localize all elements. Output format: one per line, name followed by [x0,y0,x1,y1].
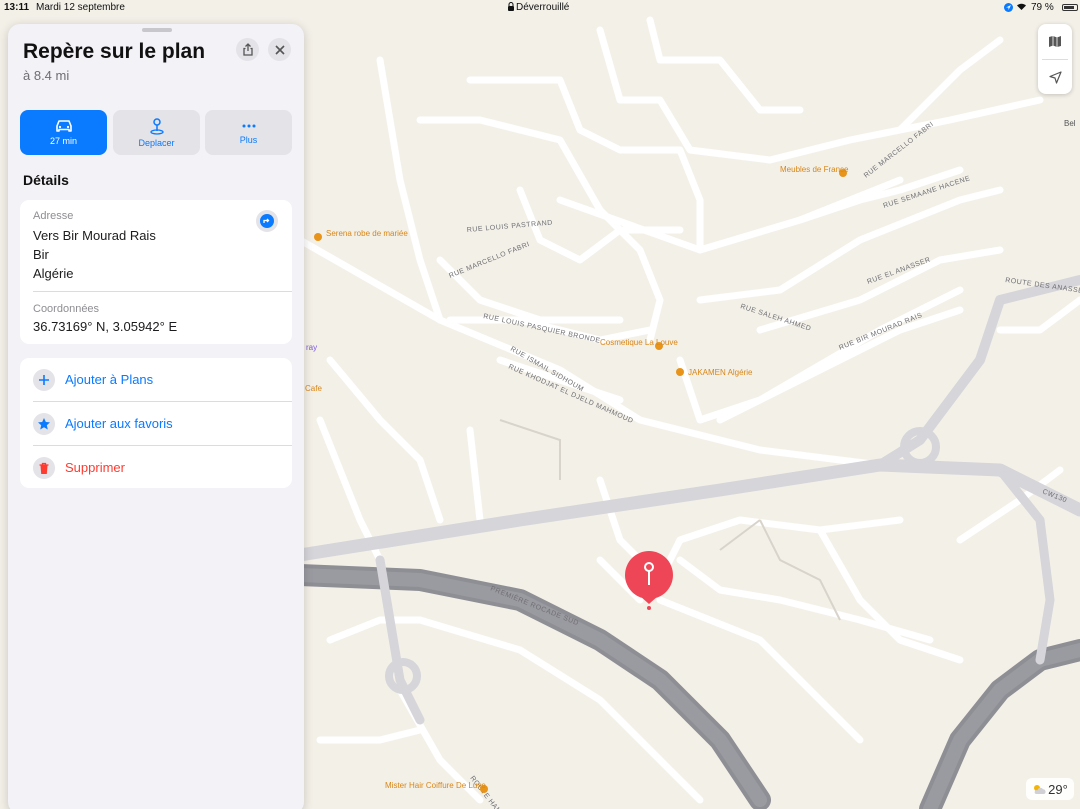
address-line: Bir [33,247,49,262]
weather-badge: 29° [1026,778,1074,800]
place-card: Repère sur le plan à 8.4 mi 27 min Depla… [8,24,304,809]
poi-dot [314,233,322,241]
address-line: Algérie [33,266,74,281]
delete-item[interactable]: Supprimer [20,446,292,489]
car-icon [55,120,72,132]
directions-arrow-icon [260,214,274,228]
map-controls [1038,24,1072,94]
divider [33,291,292,292]
move-pin-button[interactable]: Deplacer [113,110,200,155]
star-icon [33,413,55,435]
location-arrow-icon [1004,3,1013,15]
address-label: Adresse [33,210,74,222]
map-mode-button[interactable] [1038,24,1072,59]
coordinates-value[interactable]: 36.73169° N, 3.05942° E [33,319,177,334]
poi-label: Bel [1064,119,1076,128]
directions-to-address-button[interactable] [256,210,278,232]
sheet-grabber[interactable] [142,28,172,32]
directions-label: 27 min [49,136,77,146]
close-icon [274,44,285,55]
move-pin-label: Deplacer [138,137,175,148]
add-to-favorites-label: Ajouter aux favoris [65,416,173,431]
add-to-plans-label: Ajouter à Plans [65,372,154,387]
ellipsis-icon [242,124,255,128]
location-arrow-icon [1048,71,1062,84]
status-time: 13:11 [4,2,30,13]
place-title: Repère sur le plan [23,40,206,63]
trash-icon [33,457,55,479]
partly-sunny-icon [1034,785,1046,794]
poi-dot [676,368,684,376]
add-to-plans-item[interactable]: Ajouter à Plans [20,358,292,401]
actions-list: Ajouter à Plans Ajouter aux favoris Supp… [20,358,292,488]
poi-label: Meubles de France [780,165,849,174]
status-lock-label: Déverrouillé [516,2,570,13]
address-line: Vers Bir Mourad Rais [33,228,156,243]
poi-label: ray [306,343,317,352]
battery-text: 79 % [1031,2,1054,13]
map-icon [1049,36,1061,47]
close-button[interactable] [268,38,291,61]
place-distance: à 8.4 mi [23,68,70,83]
more-button[interactable]: Plus [205,110,292,155]
locate-me-button[interactable] [1038,60,1072,95]
details-card: Adresse Vers Bir Mourad Rais Bir Algérie… [20,200,292,344]
poi-label: JAKAMEN Algérie [688,368,753,377]
weather-temp: 29° [1048,781,1068,797]
pin-move-icon [149,117,164,135]
plus-icon [33,369,55,391]
wifi-icon [1016,2,1027,14]
delete-label: Supprimer [65,460,125,475]
status-bar: 13:11 Mardi 12 septembre Déverrouillé 79… [0,0,1080,16]
share-icon [242,43,253,56]
status-date: Mardi 12 septembre [36,2,125,13]
poi-label: Serena robe de mariée [326,229,408,238]
share-button[interactable] [236,38,259,61]
poi-label: Cafe [305,384,322,393]
directions-button[interactable]: 27 min [20,110,107,155]
add-to-favorites-item[interactable]: Ajouter aux favoris [20,402,292,445]
poi-label: Cosmetique La Louve [600,338,678,347]
more-label: Plus [239,135,258,145]
details-heading: Détails [23,172,69,188]
lock-icon [507,2,515,14]
coordinates-label: Coordonnées [33,303,100,315]
poi-label: Mister Hair Coiffure De Luxe [385,781,486,790]
